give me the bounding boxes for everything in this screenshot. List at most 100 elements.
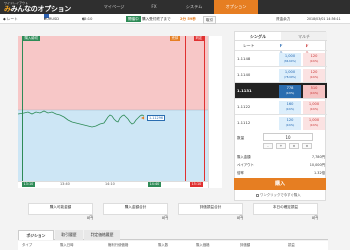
rate-row-current: 1.1131 778 (0.8%) 510 (0.6%) — [235, 82, 327, 98]
rate-label[interactable]: ◆ レート — [3, 14, 18, 24]
summary-today-pl-value: 0円 — [311, 215, 318, 220]
down-ratio: (0.6%) — [309, 59, 319, 63]
buy-up-button[interactable]: 120 (0.6%) — [279, 116, 301, 130]
buy-up-button[interactable]: 778 (0.8%) — [279, 84, 301, 98]
start-line — [22, 36, 23, 188]
nav-system[interactable]: システム — [174, 0, 214, 14]
oneclick-toggle[interactable]: ワンクリックで今すぐ購入 — [256, 192, 301, 197]
now-time-tag: 14:40 — [148, 182, 161, 187]
start-tag: 購入締切 — [23, 36, 40, 41]
rate-row: 1.1140 1,000 (78.90%) 120 (0.6%) — [235, 66, 327, 82]
th-type: タイプ — [22, 243, 33, 247]
toolbar: ◆ レート EURUSD ▾ ◷ 15:10 ▾ 開催中 購入受付終了まで 2分… — [0, 14, 350, 24]
kv-label: ペイアウト — [237, 163, 254, 167]
qty-reset-button[interactable]: × — [302, 143, 312, 149]
quantity-input[interactable]: 10 — [263, 133, 313, 141]
app-window: { "header": { "subtitle": "ワイドレイアウト", "b… — [0, 0, 350, 250]
buy-down-button[interactable]: 1,000 (0.6%) — [303, 116, 325, 130]
rate-row: 1.1148 1,000 (84.64%) 120 (0.6%) — [235, 50, 327, 66]
up-ratio: (78.90%) — [284, 75, 296, 79]
tab-positions[interactable]: ポジション — [18, 230, 54, 240]
down-ratio: (0.6%) — [309, 75, 319, 79]
buy-down-button[interactable]: 510 (0.6%) — [303, 84, 325, 98]
nav-option[interactable]: オプション — [214, 0, 258, 14]
pair-select[interactable]: EURUSD ▾ — [44, 14, 59, 24]
up-price: 160 — [286, 101, 294, 106]
th-strike: 権利行使価格 — [108, 243, 129, 247]
rate-value: 1.1140 — [237, 72, 251, 77]
up-ratio: (0.6%) — [285, 123, 295, 127]
period-select[interactable]: ◷ 15:10 ▾ — [82, 14, 92, 24]
nav-mypage[interactable]: マイページ — [94, 0, 134, 14]
up-ratio: (0.6%) — [285, 107, 295, 111]
buy-down-button[interactable]: 120 (0.6%) — [303, 68, 325, 82]
summary-today-pl: 本日の確定損益 — [253, 203, 318, 215]
summary-available: 購入可能金額 — [28, 203, 93, 215]
down-price: 510 — [310, 85, 318, 90]
tab-multi[interactable]: マルチ — [281, 32, 327, 41]
tab-history[interactable]: 取引履歴 — [55, 230, 83, 240]
kv-value: 7,780円 — [311, 155, 325, 159]
summary-purchase-total: 購入金額合計 — [103, 203, 168, 215]
checkbox-icon — [256, 193, 259, 197]
current-price-tag: 1.11296 — [147, 115, 166, 121]
order-panel: シングル マルチ レート ↑ドル高 ↓ドル安 1.1148 1,000(84.6… — [234, 31, 327, 201]
th-pl: 損益 — [288, 243, 295, 247]
up-price: 1,000 — [284, 53, 296, 58]
judge-tag: 判定 — [194, 36, 204, 41]
th-datetime: 購入日時 — [60, 243, 74, 247]
purchase-deadline-line — [185, 36, 186, 188]
down-price: 120 — [310, 53, 318, 58]
th-value: 評価額 — [240, 243, 251, 247]
status-badge: 開催中 — [126, 16, 141, 22]
up-ratio: (84.64%) — [284, 59, 296, 63]
tab-single[interactable]: シングル — [235, 32, 281, 41]
buy-down-button[interactable]: 1,000 (0.6%) — [303, 100, 325, 114]
rate-value: 1.1148 — [237, 56, 251, 61]
buy-up-button[interactable]: 1,000 (78.90%) — [279, 68, 301, 82]
down-ratio: (0.6%) — [309, 91, 319, 95]
buy-up-button[interactable]: 1,000 (84.64%) — [279, 52, 301, 66]
summary-available-value: 0円 — [86, 215, 93, 220]
th-price: 購入価格 — [196, 243, 210, 247]
qty-decrement-button[interactable]: - — [263, 143, 273, 149]
buy-button[interactable]: 購入 — [234, 178, 326, 190]
buy-up-button[interactable]: 160 (0.6%) — [279, 100, 301, 114]
deal-button[interactable]: 取引 — [203, 16, 217, 24]
price-chart[interactable]: 購入締切 売却 判定 ◀ 1.11296 13:10 13:40 14:10 1… — [18, 36, 222, 188]
current-price-marker-icon: ◀ — [141, 115, 145, 120]
chart-plot-area — [18, 36, 208, 181]
rate-value: 1.1131 — [237, 88, 252, 93]
kv-label: 倍率 — [237, 171, 244, 175]
summary-unrealized-pl-value: 0円 — [236, 215, 243, 220]
down-price: 1,000 — [308, 117, 320, 122]
brand-name: みんなのオプション — [10, 5, 72, 13]
up-price: 778 — [286, 85, 294, 90]
judge-line — [204, 36, 205, 188]
nav-fx[interactable]: FX — [134, 0, 174, 14]
bottom-tabs: ポジション 取引履歴 判定価格履歴 — [18, 230, 328, 240]
rate-value: 1.1112 — [237, 120, 251, 125]
countdown-label: 購入受付終了まで — [142, 17, 171, 21]
qty-increment-button[interactable]: + — [276, 143, 286, 149]
multiplier-row: 倍率 1.32倍 — [237, 170, 325, 175]
countdown-value: 2分 59秒 — [180, 17, 196, 21]
end-time-tag: 15:10 — [190, 182, 203, 187]
tab-judge-history[interactable]: 判定価格履歴 — [84, 230, 120, 240]
qty-clear-button[interactable]: × — [289, 143, 299, 149]
balance-label: 資金余力 — [276, 17, 291, 21]
col-rate: レート — [243, 43, 255, 48]
th-qty: 購入数 — [158, 243, 169, 247]
deadline-tag: 売却 — [170, 36, 180, 41]
period-value: 15:10 — [82, 17, 93, 21]
y-axis — [208, 36, 222, 188]
x-tick-label: 14:10 — [105, 182, 115, 186]
brand-logo[interactable]: みみんなのオプション — [4, 4, 71, 14]
positions-table-header: タイプ 購入日時 権利行使価格 購入数 購入価格 評価額 損益 — [18, 241, 328, 250]
price-line-svg — [18, 109, 208, 128]
datetime: 2018/03/01 14:36:11 — [307, 17, 341, 21]
kv-value: 10,000円 — [309, 163, 325, 167]
rate-row: 1.1112 120 (0.6%) 1,000 (0.6%) — [235, 114, 327, 130]
kv-label: 購入金額 — [237, 155, 251, 159]
buy-down-button[interactable]: 120 (0.6%) — [303, 52, 325, 66]
